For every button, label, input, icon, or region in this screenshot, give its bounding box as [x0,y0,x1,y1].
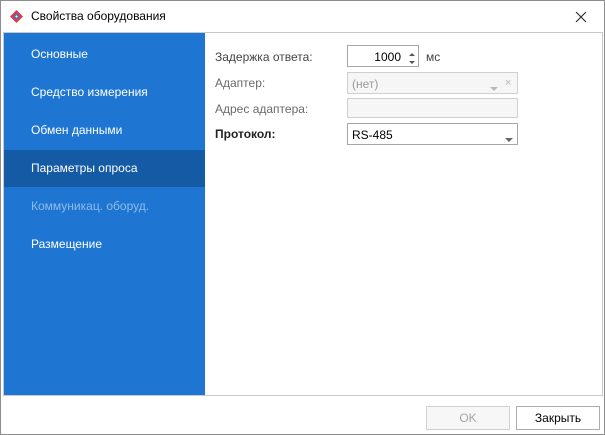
properties-dialog: Свойства оборудования Основные Средство … [0,0,605,435]
ok-button[interactable]: OK [426,406,510,430]
sidebar-item-placement[interactable]: Размещение [4,226,205,263]
clear-icon[interactable]: × [505,77,511,89]
adapter-select[interactable]: (нет) × [347,72,518,94]
response-delay-unit: мс [426,50,441,64]
app-logo-icon [10,10,23,23]
close-icon [575,11,587,23]
sidebar-item-basic[interactable]: Основные [4,36,205,73]
sidebar-item-communication-equipment[interactable]: Коммуникац. оборуд. [4,188,205,225]
adapter-value: (нет) [352,77,379,91]
title-bar: Свойства оборудования [1,1,604,32]
sidebar-item-measuring-instrument[interactable]: Средство измерения [4,74,205,111]
dialog-body: Основные Средство измерения Обмен данным… [3,32,603,396]
sidebar-item-polling-parameters[interactable]: Параметры опроса [4,150,205,187]
adapter-label: Адаптер: [215,76,266,90]
chevron-down-icon[interactable] [490,81,498,95]
close-window-button[interactable] [565,5,597,29]
window-title: Свойства оборудования [31,9,166,23]
response-delay-label: Задержка ответа: [215,50,313,64]
adapter-address-input[interactable] [347,98,518,118]
chevron-down-icon[interactable] [505,132,513,146]
dialog-footer: OK Закрыть [1,397,604,434]
protocol-select[interactable]: RS-485 [347,123,518,145]
protocol-value: RS-485 [352,128,393,142]
close-button[interactable]: Закрыть [516,406,600,430]
protocol-label: Протокол: [215,127,276,141]
sidebar-item-data-exchange[interactable]: Обмен данными [4,112,205,149]
spin-down-icon[interactable] [407,56,417,65]
sidebar-nav: Основные Средство измерения Обмен данным… [4,33,205,395]
adapter-address-label: Адрес адаптера: [215,102,309,116]
response-delay-spinner[interactable]: 1000 [347,45,419,67]
response-delay-value[interactable]: 1000 [374,50,401,64]
polling-parameters-panel: Задержка ответа: 1000 мс Адаптер: (нет) … [205,33,602,395]
